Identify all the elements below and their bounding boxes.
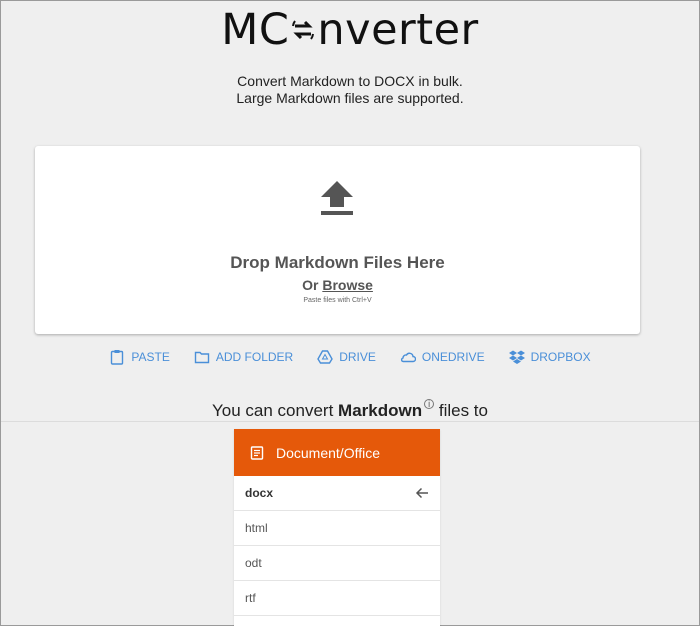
source-format: Markdown: [338, 401, 423, 420]
format-option-label: odt: [245, 556, 262, 570]
drive-button[interactable]: DRIVE: [317, 349, 376, 365]
drop-title: Drop Markdown Files Here: [230, 253, 445, 272]
convert-heading: You can convert Markdown i files to: [1, 399, 699, 421]
dropbox-button[interactable]: DROPBOX: [508, 349, 591, 365]
drive-icon: [317, 350, 334, 364]
tagline-line-2: Large Markdown files are supported.: [236, 90, 464, 106]
convert-arrows-icon: [292, 20, 315, 40]
onedrive-button[interactable]: ONEDRIVE: [400, 349, 485, 365]
upload-icon: [321, 181, 353, 215]
format-option-rtf[interactable]: rtf: [234, 581, 440, 616]
source-options: PASTE ADD FOLDER DRIVE ONEDRIVE DROPBOX: [1, 349, 699, 365]
format-option-html[interactable]: html: [234, 511, 440, 546]
target-format-panel: Document/Office docx html odt rtf: [234, 429, 440, 626]
add-folder-label: ADD FOLDER: [215, 350, 294, 364]
browse-link[interactable]: Browse: [322, 277, 373, 293]
format-option-label: rtf: [245, 591, 256, 605]
format-option-label: docx: [245, 486, 274, 500]
paste-hint: Paste files with Ctrl+V: [303, 297, 372, 304]
add-folder-button[interactable]: ADD FOLDER: [194, 349, 293, 365]
dropbox-label: DROPBOX: [530, 350, 591, 364]
document-icon: [250, 445, 264, 460]
paste-button[interactable]: PASTE: [109, 349, 170, 365]
onedrive-label: ONEDRIVE: [421, 350, 485, 364]
or-text: Or: [302, 277, 319, 293]
section-divider: [1, 421, 699, 422]
arrow-left-icon: [415, 487, 428, 499]
format-option-label: html: [245, 521, 268, 535]
paste-label: PASTE: [131, 350, 170, 364]
format-option-odt[interactable]: odt: [234, 546, 440, 581]
format-option-docx[interactable]: docx: [234, 476, 440, 511]
info-icon[interactable]: i: [424, 399, 435, 410]
file-dropzone[interactable]: Drop Markdown Files Here Or Browse Paste…: [35, 146, 640, 334]
drive-label: DRIVE: [339, 350, 376, 364]
format-category-header[interactable]: Document/Office: [234, 429, 440, 476]
logo-suffix: nverter: [317, 5, 479, 55]
format-category-label: Document/Office: [276, 444, 381, 461]
folder-icon: [194, 351, 210, 364]
logo-prefix: MC: [221, 5, 290, 55]
dropbox-icon: [508, 350, 525, 364]
convert-suffix: files to: [438, 401, 488, 420]
onedrive-icon: [400, 352, 416, 363]
tagline: Convert Markdown to DOCX in bulk. Large …: [1, 73, 699, 107]
tagline-line-1: Convert Markdown to DOCX in bulk.: [237, 73, 463, 89]
app-logo: MC nverter: [1, 5, 699, 55]
convert-prefix: You can convert: [212, 401, 334, 420]
or-browse-line: Or Browse: [35, 277, 640, 293]
clipboard-icon: [111, 350, 124, 365]
